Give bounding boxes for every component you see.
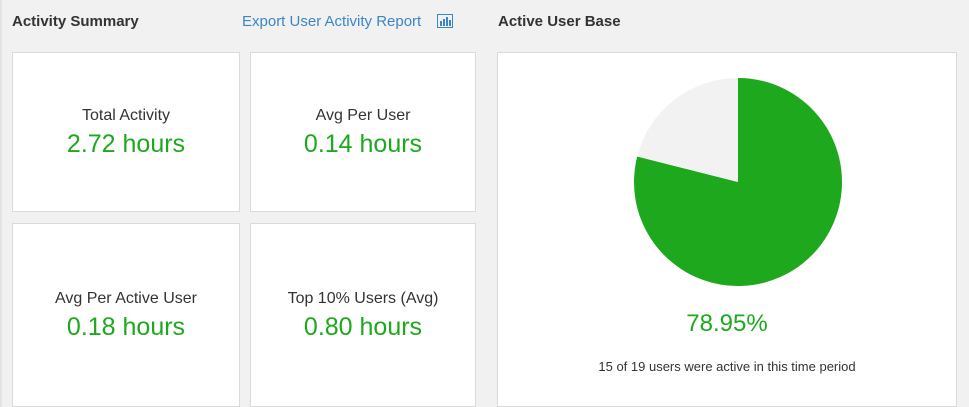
avg-per-user-value: 0.14 hours [303,129,423,158]
activity-summary-title: Activity Summary [12,12,139,30]
total-activity-card: Total Activity 2.72 hours [12,52,240,212]
avg-per-active-user-value: 0.18 hours [66,312,186,341]
active-user-base-card: 78.95% 15 of 19 users were active in thi… [497,52,957,407]
bar-chart-icon[interactable] [437,14,454,28]
export-report-label: Export User Activity Report [242,12,422,30]
avg-per-active-user-card: Avg Per Active User 0.18 hours [12,223,240,407]
avg-per-active-user-label: Avg Per Active User [55,289,197,307]
total-activity-label: Total Activity [81,106,171,124]
active-percentage: 78.95% [686,310,768,337]
top-10-users-label: Top 10% Users (Avg) [287,289,439,307]
left-divider [0,0,2,407]
total-activity-value: 2.72 hours [66,129,186,158]
active-user-base-title: Active User Base [498,12,621,30]
active-users-caption: 15 of 19 users were active in this time … [598,359,856,374]
active-users-pie-chart [634,78,842,286]
top-10-users-card: Top 10% Users (Avg) 0.80 hours [250,223,476,407]
export-report-link[interactable]: Export User Activity Report [242,12,454,30]
avg-per-user-card: Avg Per User 0.14 hours [250,52,476,212]
avg-per-user-label: Avg Per User [315,106,411,124]
active-user-base-header: Active User Base [498,0,958,42]
activity-summary-header: Activity Summary Export User Activity Re… [12,0,486,42]
top-10-users-value: 0.80 hours [303,312,423,341]
